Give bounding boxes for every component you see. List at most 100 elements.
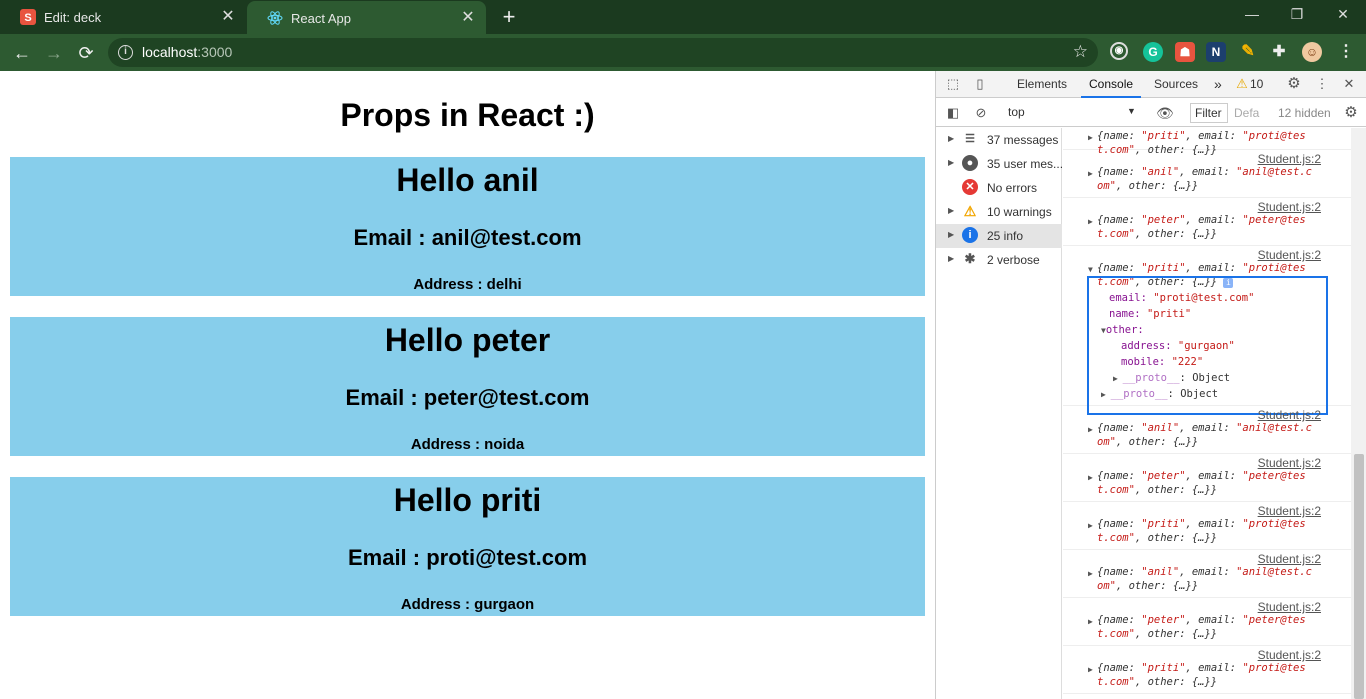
browser-tab-strip: S Edit: deck ✕ React App ✕ + — ❐ ✕: [0, 0, 1366, 35]
sidebar-item-verbose[interactable]: ▶ ✱ 2 verbose: [936, 248, 1062, 272]
source-link[interactable]: Student.js:2: [1258, 600, 1321, 614]
svg-text:S: S: [24, 12, 31, 24]
expand-arrow-icon[interactable]: ▶: [1088, 169, 1093, 178]
console-message[interactable]: Student.js:2 ▶ {name: "peter", email: "p…: [1063, 198, 1351, 246]
console-scrollbar[interactable]: [1351, 128, 1366, 699]
source-link[interactable]: Student.js:2: [1258, 248, 1321, 262]
collapse-arrow-icon[interactable]: ▼: [1088, 265, 1093, 274]
list-icon: ☰: [965, 133, 975, 145]
tab-console[interactable]: Console: [1081, 71, 1142, 98]
clear-console-icon[interactable]: ⊘: [973, 105, 989, 121]
scrollbar-thumb[interactable]: [1354, 454, 1364, 699]
pencil-icon[interactable]: ✎: [1238, 42, 1258, 62]
inspect-element-icon[interactable]: ⬚: [945, 76, 961, 92]
student-email: Email : peter@test.com: [345, 385, 590, 410]
expand-arrow-icon[interactable]: ▶: [1088, 217, 1093, 226]
sidebar-toggle-icon[interactable]: ◧: [945, 105, 961, 121]
settings-gear-icon[interactable]: ⚙: [1286, 76, 1302, 92]
sidebar-item-messages[interactable]: ▶ ☰ 37 messages: [936, 128, 1062, 152]
more-tabs-button[interactable]: »: [1214, 71, 1222, 98]
expand-arrow-icon: ▶: [948, 206, 955, 215]
student-address: Address : delhi: [413, 276, 522, 293]
devtools-menu-icon[interactable]: ⋮: [1314, 76, 1330, 92]
console-log-area: ▶ {name: "priti", email: "proti@tes t.co…: [1063, 128, 1351, 699]
source-link[interactable]: Student.js:2: [1258, 152, 1321, 166]
console-message[interactable]: Student.js:2 ▶ {name: "anil", email: "an…: [1063, 550, 1351, 598]
restore-icon[interactable]: ❐: [1285, 6, 1309, 26]
expand-arrow-icon[interactable]: ▶: [1088, 521, 1093, 530]
extensions-puzzle-icon[interactable]: ✚: [1269, 42, 1289, 62]
expand-arrow-icon[interactable]: ▶: [1088, 133, 1093, 142]
browser-menu-icon[interactable]: ⋮: [1336, 42, 1356, 62]
console-message[interactable]: Student.js:2 ▶ {name: "peter", email: "p…: [1063, 454, 1351, 502]
devtools-tab-bar: ⬚ ▯ Elements Console Sources » ⚠ 10 ⚙ ⋮ …: [936, 71, 1366, 98]
sidebar-item-errors[interactable]: ✕ No errors: [936, 176, 1062, 200]
live-expression-eye-icon[interactable]: 👁: [1156, 105, 1174, 121]
tab-edit-deck[interactable]: S Edit: deck ✕: [0, 0, 246, 34]
site-info-icon[interactable]: i: [118, 45, 133, 60]
console-message[interactable]: Student.js:2 ▶ {name: "priti", email: "p…: [1063, 646, 1351, 694]
new-tab-button[interactable]: +: [498, 6, 520, 28]
console-message[interactable]: Student.js:2 ▶ {name: "anil", email: "an…: [1063, 406, 1351, 454]
close-tab-icon[interactable]: ✕: [460, 10, 476, 26]
sidebar-item-user-messages[interactable]: ▶ ● 35 user mes...: [936, 152, 1063, 176]
close-devtools-icon[interactable]: ✕: [1341, 76, 1357, 92]
source-link[interactable]: Student.js:2: [1258, 456, 1321, 470]
sidebar-item-info[interactable]: ▶ i 25 info: [936, 224, 1062, 248]
close-tab-icon[interactable]: ✕: [220, 9, 236, 25]
student-card: Hello anil Email : anil@test.com Address…: [10, 157, 925, 296]
source-link[interactable]: Student.js:2: [1258, 504, 1321, 518]
console-settings-icon[interactable]: ⚙: [1343, 105, 1359, 121]
console-message[interactable]: Student.js:2 ▶ {name: "anil", email: "an…: [1063, 150, 1351, 198]
tab-sources[interactable]: Sources: [1154, 71, 1198, 98]
student-address: Address : noida: [410, 436, 525, 453]
filter-input[interactable]: Filter: [1190, 103, 1228, 123]
expand-arrow-icon[interactable]: ▶: [1088, 617, 1093, 626]
student-email: Email : anil@test.com: [353, 225, 582, 250]
profile-avatar-icon[interactable]: ☺: [1302, 42, 1322, 62]
expand-arrow-icon: ▶: [948, 134, 955, 143]
context-selector[interactable]: top: [1008, 105, 1025, 119]
browser-toolbar: ← → ⟳ i localhost:3000 ☆ ◉ G ☗ N ✎ ✚ ☺ ⋮: [0, 34, 1366, 71]
console-message[interactable]: Student.js:2 ▶ {name: "peter", email: "p…: [1063, 598, 1351, 646]
tab-elements[interactable]: Elements: [1017, 71, 1067, 98]
source-link[interactable]: Student.js:2: [1258, 408, 1321, 422]
console-sidebar: ▶ ☰ 37 messages ▶ ● 35 user mes... ✕ No …: [936, 128, 1063, 699]
expand-arrow-icon[interactable]: ▶: [1088, 473, 1093, 482]
bug-icon: ✱: [964, 251, 976, 266]
student-card: Hello peter Email : peter@test.com Addre…: [10, 317, 925, 456]
console-message[interactable]: ▶ {name: "priti", email: "proti@tes t.co…: [1063, 128, 1351, 156]
minimize-icon[interactable]: —: [1240, 6, 1264, 26]
student-greeting: Hello peter: [384, 322, 551, 358]
device-toolbar-icon[interactable]: ▯: [972, 76, 988, 92]
console-message[interactable]: Student.js:2 ▶ {name: "priti", email: "p…: [1063, 502, 1351, 550]
bookmark-star-icon[interactable]: ☆: [1073, 42, 1088, 62]
warning-count[interactable]: 10: [1250, 71, 1263, 98]
tab-title: Edit: deck: [44, 9, 102, 25]
react-icon: [267, 10, 283, 26]
expand-arrow-icon[interactable]: ▶: [1088, 425, 1093, 434]
extension-mascot-icon[interactable]: ☗: [1175, 42, 1195, 62]
forward-icon[interactable]: →: [42, 41, 66, 65]
address-bar[interactable]: i localhost:3000 ☆: [108, 38, 1098, 67]
expand-arrow-icon[interactable]: ▶: [1088, 569, 1093, 578]
reload-icon[interactable]: ⟳: [74, 41, 98, 65]
warning-icon[interactable]: ⚠: [1234, 76, 1250, 92]
source-link[interactable]: Student.js:2: [1258, 552, 1321, 566]
log-levels-dropdown[interactable]: Defa: [1234, 106, 1259, 120]
sidebar-item-warnings[interactable]: ▶ ⚠ 10 warnings: [936, 200, 1062, 224]
page-title: Props in React :): [340, 97, 595, 133]
extension-record-icon[interactable]: ◉: [1110, 42, 1128, 60]
expand-arrow-icon[interactable]: ▶: [1088, 665, 1093, 674]
source-link[interactable]: Student.js:2: [1258, 200, 1321, 214]
source-link[interactable]: Student.js:2: [1258, 648, 1321, 662]
back-icon[interactable]: ←: [10, 41, 34, 65]
warning-icon: ⚠: [963, 203, 977, 219]
tab-react-app[interactable]: React App ✕: [247, 1, 486, 35]
student-address: Address : gurgaon: [400, 596, 535, 613]
extension-n-icon[interactable]: N: [1206, 42, 1226, 62]
window-close-icon[interactable]: ✕: [1331, 6, 1355, 26]
grammarly-icon[interactable]: G: [1143, 42, 1163, 62]
tab-title: React App: [291, 10, 351, 26]
url-text: localhost:3000: [142, 44, 233, 60]
